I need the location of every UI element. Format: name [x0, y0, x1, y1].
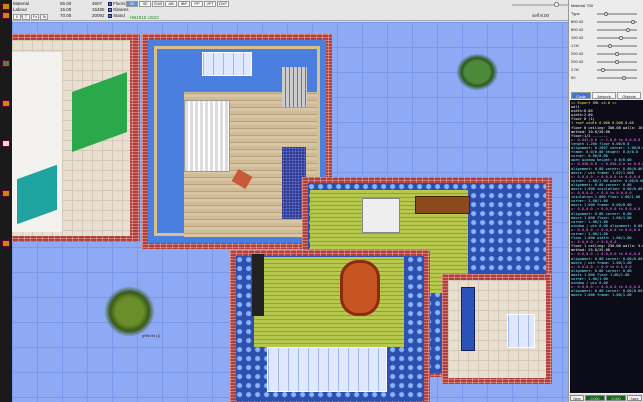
slider-knob[interactable]: [600, 67, 605, 72]
self-readout: self 8.00: [532, 13, 550, 18]
stand-label: Stand: [113, 13, 125, 18]
tool-icon[interactable]: [2, 12, 10, 19]
bench[interactable]: [415, 196, 470, 214]
slider-knob[interactable]: [604, 11, 609, 16]
tool-icon[interactable]: [2, 100, 10, 107]
property-slider[interactable]: [597, 27, 637, 32]
coord-y-field[interactable]: 0.000: [606, 395, 626, 401]
slider-knob[interactable]: [615, 59, 619, 64]
property-slider[interactable]: [597, 67, 637, 72]
total-count: 20092: [92, 13, 105, 18]
tree[interactable]: [457, 54, 502, 94]
red-table[interactable]: [340, 260, 380, 316]
property-slider[interactable]: [597, 51, 637, 56]
bottom-grass[interactable]: [254, 257, 404, 347]
slider-knob[interactable]: [622, 75, 627, 80]
blue-panel[interactable]: [461, 287, 475, 351]
console-line: doors 1.000 frame: 1.00/1.00: [571, 293, 632, 298]
new-button[interactable]: New: [570, 395, 584, 401]
console-line: x: 0.0,0.0 -> 0.0,0.0 to 0.0,0.0: [571, 207, 641, 212]
property-label: 800.00: [571, 27, 584, 32]
property-label: 200.00: [571, 59, 584, 64]
tab-jpt[interactable]: JPT: [204, 1, 216, 7]
radiator[interactable]: [184, 100, 230, 172]
tool-icon[interactable]: [2, 240, 10, 247]
code-console[interactable]: == Export XML v4.0 == wall width:0.00 width…: [570, 100, 643, 393]
property-label: 800.00: [571, 19, 584, 24]
glass-window[interactable]: [267, 347, 387, 392]
properties-panel: Material 700 Type 800.00 800.00 100.00 1.00 2…: [568, 0, 643, 402]
console-line: 1 roof width 0.000 0.000 0.00: [571, 121, 634, 126]
speaker[interactable]: [252, 254, 264, 316]
save-button[interactable]: Save: [627, 395, 642, 401]
status-green-text: HB1916 US23: [130, 15, 159, 20]
top-toolbar: Material 55.00 4607 Labour 15.00 15485 T…: [12, 0, 572, 21]
tree[interactable]: [102, 284, 157, 339]
slider-knob[interactable]: [554, 2, 559, 7]
tab-code[interactable]: Code: [571, 92, 591, 99]
property-label: 1.00: [571, 43, 579, 48]
property-label: 100.00: [571, 35, 584, 40]
mini-button[interactable]: Fx: [31, 14, 39, 20]
console-line: x: 0.030,0.0 -> 0.030,0.0 to 0.0,0.0: [571, 162, 643, 167]
mini-button[interactable]: Ts: [40, 14, 48, 20]
slider-knob[interactable]: [618, 35, 623, 40]
tab-2d[interactable]: 2D: [126, 1, 138, 7]
slider-knob[interactable]: [631, 19, 636, 24]
cabinet[interactable]: [282, 67, 307, 107]
console-line: x: 0.0,0.0 -> 0.0,0.0 to 0.0,0.0: [571, 252, 641, 257]
property-label: Type: [571, 11, 580, 16]
left-tool-strip: [0, 0, 12, 402]
property-label: Material 700: [571, 3, 594, 8]
property-slider[interactable]: [597, 43, 637, 48]
mini-button[interactable]: 0: [13, 14, 21, 20]
tab-artwork[interactable]: Artwork: [592, 92, 616, 99]
zoom-slider[interactable]: [512, 2, 572, 7]
tab-sub[interactable]: SUB: [152, 1, 164, 7]
tool-icon[interactable]: [2, 190, 10, 197]
tool-icon[interactable]: [2, 140, 10, 147]
skylight-window[interactable]: [202, 52, 252, 76]
property-label: 90: [571, 75, 576, 80]
panel-footer: New 0.000 0.000 Save: [570, 394, 643, 402]
tab-pp[interactable]: PP: [191, 1, 203, 7]
panel-tabs: Code Artwork Objects: [571, 92, 642, 99]
property-slider[interactable]: [597, 59, 637, 64]
tool-icon[interactable]: [2, 3, 10, 10]
total-value: 70.00: [60, 13, 72, 18]
property-slider[interactable]: [597, 19, 637, 24]
coord-x-field[interactable]: 0.000: [585, 395, 605, 401]
console-line: alignment: 0.00 corner: 0.00/0.00: [571, 166, 643, 171]
floorplan-canvas[interactable]: gHhh ltd (1): [12, 22, 568, 402]
property-slider[interactable]: [597, 11, 637, 16]
app-window: Material 55.00 4607 Labour 15.00 15485 T…: [0, 0, 643, 402]
right-window[interactable]: [507, 314, 535, 348]
slider-knob[interactable]: [607, 43, 612, 48]
property-label: 2.00: [571, 67, 579, 72]
tab-3d[interactable]: 3D: [139, 1, 151, 7]
tab-ibp[interactable]: IBP: [178, 1, 190, 7]
property-slider[interactable]: [597, 75, 637, 80]
gleams-checkbox[interactable]: [108, 8, 112, 12]
property-label: 200.00: [571, 51, 584, 56]
table[interactable]: [362, 198, 400, 233]
tab-objects[interactable]: Objects: [617, 92, 641, 99]
stand-checkbox[interactable]: [108, 14, 112, 18]
tab-dxf[interactable]: DXF: [217, 1, 229, 7]
floors-checkbox[interactable]: [108, 2, 112, 6]
slider-knob[interactable]: [615, 51, 619, 56]
tab-ab[interactable]: AB: [165, 1, 177, 7]
property-slider[interactable]: [597, 35, 637, 40]
tool-icon[interactable]: [2, 60, 10, 67]
mini-button[interactable]: T: [22, 14, 30, 20]
slider-knob[interactable]: [625, 27, 630, 32]
watermark-text: gHhh ltd (1): [142, 334, 161, 338]
